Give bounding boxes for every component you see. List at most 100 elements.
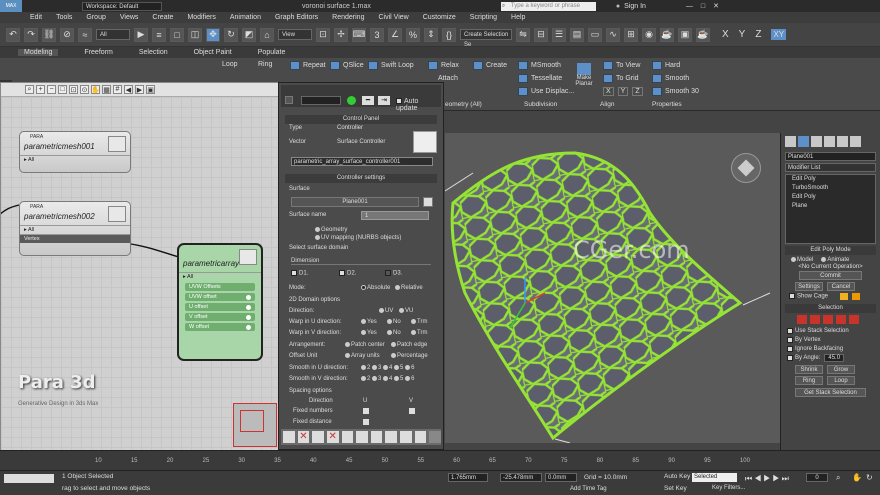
update-icon[interactable]: [370, 431, 383, 443]
menu-customize[interactable]: Customize: [423, 14, 456, 21]
create-tab-icon[interactable]: [785, 136, 796, 147]
material-editor-icon[interactable]: ◉: [642, 27, 656, 42]
tessellate-button[interactable]: Tessellate: [518, 74, 562, 83]
add-time-tag[interactable]: Add Time Tag: [570, 486, 607, 492]
zoom-nav-icon[interactable]: ⌕: [836, 473, 840, 483]
zoom-in-icon[interactable]: +: [36, 85, 45, 94]
node-parametricarray[interactable]: parametricarray ▸ All UVW Offsets UVW of…: [177, 243, 263, 361]
warp-u-yes[interactable]: Yes: [361, 319, 377, 325]
auto-update-checkbox[interactable]: Auto update: [396, 98, 441, 112]
playback-controls[interactable]: ⏮◀▶▶⏭: [745, 474, 791, 484]
auto-key-button[interactable]: Auto Key: [664, 473, 690, 480]
surface-name-dropdown[interactable]: 1: [361, 211, 429, 220]
navigator-icon[interactable]: ▣: [146, 85, 155, 94]
warp-u-trim[interactable]: Trm: [411, 319, 427, 325]
select-scale-icon[interactable]: ◩: [242, 27, 256, 42]
viewcube-icon[interactable]: [731, 153, 761, 183]
tab-object-paint[interactable]: Object Paint: [194, 49, 232, 56]
tab-selection[interactable]: Selection: [139, 49, 168, 56]
menu-group[interactable]: Group: [86, 14, 105, 21]
surface-pick-button[interactable]: Plane001: [291, 197, 419, 207]
selection-header[interactable]: Selection: [785, 304, 876, 314]
make-planar-button[interactable]: Make Planar: [573, 63, 595, 91]
key-filters-button[interactable]: Key Filters...: [712, 485, 745, 491]
undo-icon[interactable]: ↶: [6, 27, 20, 42]
menu-graph-editors[interactable]: Graph Editors: [275, 14, 318, 21]
window-crossing-icon[interactable]: ◫: [188, 27, 202, 42]
tab-freeform[interactable]: Freeform: [84, 49, 112, 56]
hard-button[interactable]: Hard: [652, 61, 680, 70]
close-button[interactable]: ✕: [713, 2, 719, 10]
controller-settings-header[interactable]: Controller settings: [281, 172, 441, 185]
stack-edit-poly[interactable]: Edit Poly: [786, 175, 875, 184]
select-manipulate-icon[interactable]: ✢: [334, 27, 348, 42]
edit-poly-mode-header[interactable]: Edit Poly Mode: [785, 246, 876, 255]
align-x-button[interactable]: X: [603, 87, 614, 96]
pivot-center-icon[interactable]: ⊡: [316, 27, 330, 42]
edit-named-sel-icon[interactable]: {}: [442, 27, 456, 42]
stack-edit-poly-2[interactable]: Edit Poly: [786, 193, 875, 202]
rendered-frame-icon[interactable]: ▣: [678, 27, 692, 42]
smooth-v-options[interactable]: 2 3 4 5 6: [361, 376, 414, 382]
perspective-viewport[interactable]: CGer.com: [445, 133, 780, 443]
render-icon[interactable]: ☕: [696, 27, 710, 42]
angle-snap-icon[interactable]: ∠: [388, 27, 402, 42]
pan-nav-icon[interactable]: ✋: [852, 473, 862, 482]
warp-v-yes[interactable]: Yes: [361, 330, 377, 336]
node-row-u-offset[interactable]: U offset: [185, 303, 255, 311]
stack-turbosmooth[interactable]: TurboSmooth: [786, 184, 875, 193]
group-subdivision-label[interactable]: Subdivision: [524, 101, 557, 108]
ring-button[interactable]: Ring: [795, 376, 823, 386]
animate-radio[interactable]: Animate: [821, 257, 849, 263]
pin-icon[interactable]: [285, 96, 293, 104]
percentage-radio[interactable]: Percentage: [391, 353, 428, 359]
shrink-button[interactable]: Shrink: [795, 365, 823, 375]
model-radio[interactable]: Model: [791, 257, 813, 263]
selection-filter-dropdown[interactable]: All: [96, 29, 130, 40]
reference-coord-dropdown[interactable]: View: [278, 29, 312, 40]
input-socket[interactable]: [246, 304, 251, 310]
to-view-button[interactable]: To View: [603, 61, 640, 70]
workspace-dropdown[interactable]: Workspace: Default: [82, 1, 162, 11]
use-displacement-button[interactable]: Use Displac...: [518, 87, 574, 96]
create-button[interactable]: Create: [473, 61, 507, 70]
navigator-minimap[interactable]: [233, 403, 277, 447]
controller-name-field[interactable]: parametric_array_surface_controller001: [291, 157, 433, 166]
delete-icon[interactable]: ✕: [297, 431, 310, 443]
warp-v-no[interactable]: No: [387, 330, 401, 336]
smooth-button[interactable]: Smooth: [652, 74, 689, 83]
zoom-extents-icon[interactable]: ⊡: [69, 85, 78, 94]
input-socket[interactable]: [246, 314, 251, 320]
align-z-button[interactable]: Z: [632, 87, 643, 96]
by-angle-checkbox[interactable]: By Angle:: [787, 354, 820, 361]
edge-icon[interactable]: [810, 315, 820, 325]
copy-2-icon[interactable]: [385, 431, 398, 443]
spinner-snap-icon[interactable]: ⇕: [424, 27, 438, 42]
tab-populate[interactable]: Populate: [258, 49, 286, 56]
menu-animation[interactable]: Animation: [230, 14, 261, 21]
remove-icon[interactable]: ✕: [326, 431, 339, 443]
to-grid-button[interactable]: To Grid: [603, 74, 639, 83]
search-box[interactable]: ⌕ Type a keyword or phrase: [500, 1, 596, 11]
named-selection-dropdown[interactable]: Create Selection Se: [460, 29, 512, 48]
modifier-list-dropdown[interactable]: Modifier List: [785, 163, 876, 172]
menu-rendering[interactable]: Rendering: [332, 14, 364, 21]
relative-radio[interactable]: Relative: [395, 285, 423, 291]
array-units-radio[interactable]: Array units: [345, 353, 380, 359]
axis-z[interactable]: Z: [755, 29, 761, 40]
qslice-button[interactable]: QSlice: [330, 61, 364, 70]
d3-checkbox[interactable]: D3.: [385, 270, 402, 277]
collapse-icon[interactable]: ━: [362, 96, 374, 105]
select-object-icon[interactable]: ▶: [134, 27, 148, 42]
unlink-icon[interactable]: ⊘: [60, 27, 74, 42]
export-icon[interactable]: [429, 431, 442, 443]
display-tab-icon[interactable]: [837, 136, 848, 147]
refresh-icon[interactable]: [341, 431, 354, 443]
arrow-right-icon[interactable]: ▶: [135, 85, 144, 94]
relax-button[interactable]: Relax: [428, 61, 459, 70]
menu-help[interactable]: Help: [511, 14, 525, 21]
d1-checkbox[interactable]: D1.: [291, 270, 308, 277]
sync-2-icon[interactable]: [414, 431, 427, 443]
set-key-button[interactable]: Set Key: [664, 485, 687, 492]
element-icon[interactable]: [849, 315, 859, 325]
